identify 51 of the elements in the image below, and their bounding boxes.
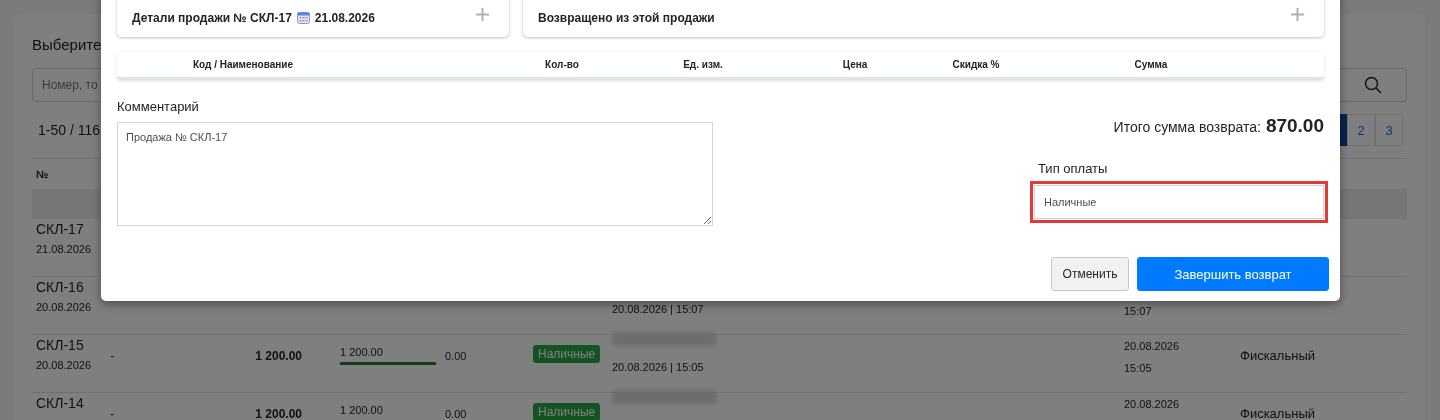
discount-amount: 0.00 [445, 407, 468, 420]
cancel-button[interactable]: Отменить [1051, 257, 1129, 291]
payment-badge: Наличные [533, 403, 601, 420]
created-time: 15:07 [1124, 305, 1153, 317]
sale-datetime: 20.08.2026 | 15:07 [612, 303, 705, 315]
card-title: Возвращено из этой продажи [538, 10, 715, 25]
column-header: Сумма [1133, 59, 1169, 70]
calendar-icon [296, 11, 310, 24]
sale-date: 20.08.2026 [36, 301, 93, 313]
range-text: 1-50 / 116 [37, 122, 100, 138]
customer-text: - [110, 348, 115, 363]
return-total-label: Итого сумма возврата: [1113, 119, 1261, 135]
payment-badge: Наличные [533, 345, 601, 363]
search-icon [1363, 76, 1382, 94]
sale-details-card[interactable]: Детали продажи № СКЛ-17 21.08.2026 [117, 0, 509, 37]
return-total-value: 870.00 [1265, 115, 1324, 137]
card-title: Детали продажи № СКЛ-17 [132, 10, 292, 25]
sale-number: СКЛ-15 [36, 337, 85, 353]
customer-text: - [110, 406, 115, 420]
column-header: № [35, 168, 49, 180]
plus-icon[interactable] [1291, 8, 1304, 21]
column-header: Код / Наименование [191, 59, 295, 70]
page-heading: Выберите [32, 36, 103, 55]
search-button[interactable] [1339, 68, 1407, 102]
payment-type-label: Тип оплаты [1038, 161, 1108, 176]
paid-amount: 1 200.00 [340, 346, 384, 358]
sale-number: СКЛ-14 [36, 395, 85, 411]
column-header: Цена [841, 59, 869, 70]
plus-icon[interactable] [476, 8, 489, 21]
column-header: Ед. изм. [682, 59, 724, 70]
receipt-type: Фискальный [1240, 348, 1315, 363]
receipt-type: Фискальный [1240, 406, 1315, 420]
sale-date: 20.08.2026 [36, 359, 93, 371]
discount-amount: 0.00 [445, 349, 468, 362]
total-amount: 1 200.00 [255, 349, 302, 363]
sale-date: 21.08.2026 [36, 243, 93, 255]
returned-items-card[interactable]: Возвращено из этой продажи [523, 0, 1324, 37]
created-date: 20.08.2026 [1124, 398, 1181, 410]
created-date: 20.08.2026 [1124, 340, 1181, 352]
created-time: 15:05 [1124, 362, 1153, 374]
comment-label: Комментарий [117, 99, 200, 114]
sale-number: СКЛ-17 [36, 221, 85, 237]
sale-datetime: 20.08.2026 | 15:05 [612, 361, 705, 373]
column-header: Скидка % [951, 59, 1001, 70]
complete-return-button[interactable]: Завершить возврат [1137, 257, 1329, 291]
comment-field[interactable]: Продажа № СКЛ-17 [117, 122, 713, 226]
sale-number: СКЛ-16 [36, 279, 85, 295]
column-header: Кол-во [544, 59, 580, 70]
total-amount: 1 200.00 [255, 407, 302, 420]
sale-date: 21.08.2026 [314, 10, 375, 25]
paid-amount: 1 200.00 [340, 404, 384, 416]
